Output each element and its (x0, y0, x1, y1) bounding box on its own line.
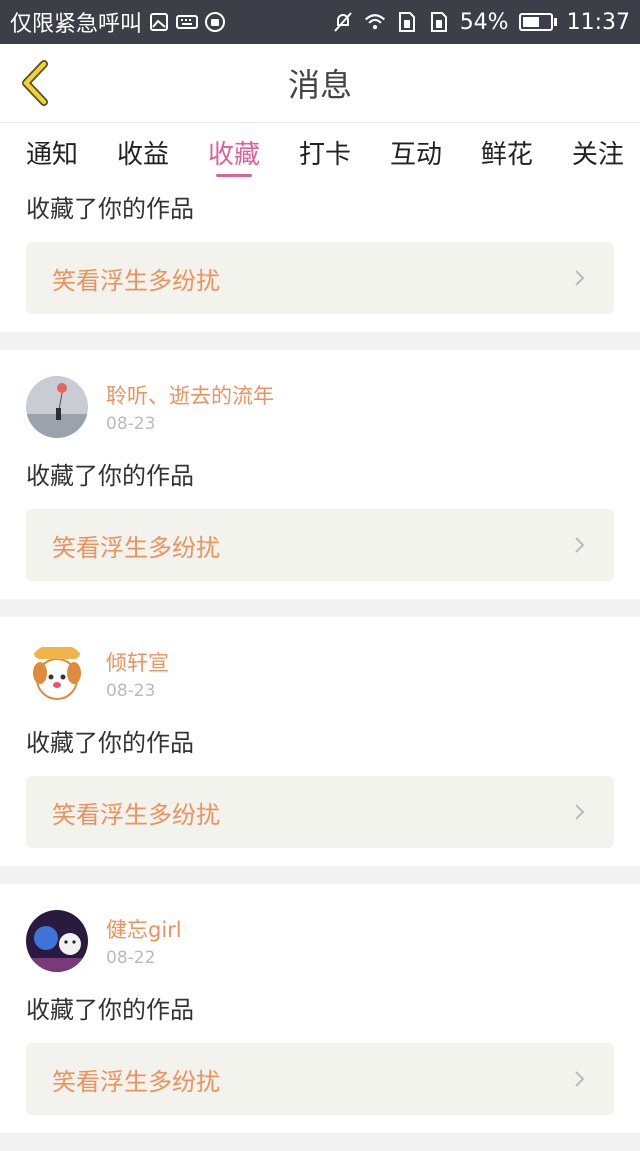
wifi-icon (364, 11, 386, 33)
tab-earnings[interactable]: 收益 (117, 123, 169, 181)
message-feed: 收藏了你的作品 笑看浮生多纷扰 聆听、逝去的流年 08-23 收藏了你的作品 笑… (0, 181, 640, 1151)
tab-bar: 通知 收益 收藏 打卡 互动 鲜花 关注 (0, 123, 640, 181)
status-bar: 仅限紧急呼叫 54% 11:37 (0, 0, 640, 44)
app-icon (204, 11, 226, 33)
list-item: 收藏了你的作品 笑看浮生多纷扰 (0, 181, 640, 332)
carrier-text: 仅限紧急呼叫 (10, 12, 143, 37)
date: 08-23 (106, 414, 156, 434)
back-chevron-icon (22, 60, 48, 106)
work-title: 笑看浮生多纷扰 (52, 533, 220, 562)
work-title: 笑看浮生多纷扰 (52, 266, 220, 295)
sim1-icon (396, 11, 418, 33)
mute-icon (332, 11, 354, 33)
action-text: 收藏了你的作品 (26, 462, 194, 490)
sim2-icon (428, 11, 450, 33)
work-title: 笑看浮生多纷扰 (52, 1067, 220, 1096)
user-name[interactable]: 倾轩宣 (106, 647, 169, 677)
work-link[interactable]: 笑看浮生多纷扰 (26, 509, 614, 581)
list-item: 倾轩宣 08-23 收藏了你的作品 笑看浮生多纷扰 (0, 617, 640, 866)
avatar[interactable] (26, 910, 88, 972)
keyboard-icon (176, 11, 199, 33)
tab-flowers[interactable]: 鲜花 (481, 123, 533, 181)
clock: 11:37 (566, 9, 630, 35)
avatar[interactable] (26, 376, 88, 438)
page-title: 消息 (287, 66, 352, 104)
list-item: 聆听、逝去的流年 08-23 收藏了你的作品 笑看浮生多纷扰 (0, 350, 640, 599)
tab-checkin[interactable]: 打卡 (299, 123, 351, 181)
date: 08-22 (106, 948, 156, 968)
chevron-right-icon (575, 804, 585, 820)
list-item: 健忘girl 08-22 收藏了你的作品 笑看浮生多纷扰 (0, 884, 640, 1133)
work-link[interactable]: 笑看浮生多纷扰 (26, 1043, 614, 1115)
battery-icon (518, 13, 557, 31)
tab-interaction[interactable]: 互动 (390, 123, 442, 181)
tab-favorites[interactable]: 收藏 (208, 123, 260, 181)
avatar[interactable] (26, 643, 88, 705)
battery-percent: 54% (459, 9, 509, 35)
chevron-right-icon (575, 270, 585, 286)
back-button[interactable] (14, 58, 54, 108)
work-link[interactable]: 笑看浮生多纷扰 (26, 242, 614, 314)
action-text: 收藏了你的作品 (26, 729, 194, 757)
user-name[interactable]: 聆听、逝去的流年 (106, 380, 274, 410)
user-name[interactable]: 健忘girl (106, 914, 182, 944)
chevron-right-icon (575, 1071, 585, 1087)
date: 08-23 (106, 681, 156, 701)
work-title: 笑看浮生多纷扰 (52, 800, 220, 829)
work-link[interactable]: 笑看浮生多纷扰 (26, 776, 614, 848)
tab-notice[interactable]: 通知 (26, 123, 78, 181)
header: 消息 (0, 44, 640, 123)
tab-follow[interactable]: 关注 (572, 123, 624, 181)
image-icon (148, 11, 170, 33)
chevron-right-icon (575, 537, 585, 553)
action-text: 收藏了你的作品 (26, 996, 194, 1024)
action-text: 收藏了你的作品 (26, 195, 194, 223)
